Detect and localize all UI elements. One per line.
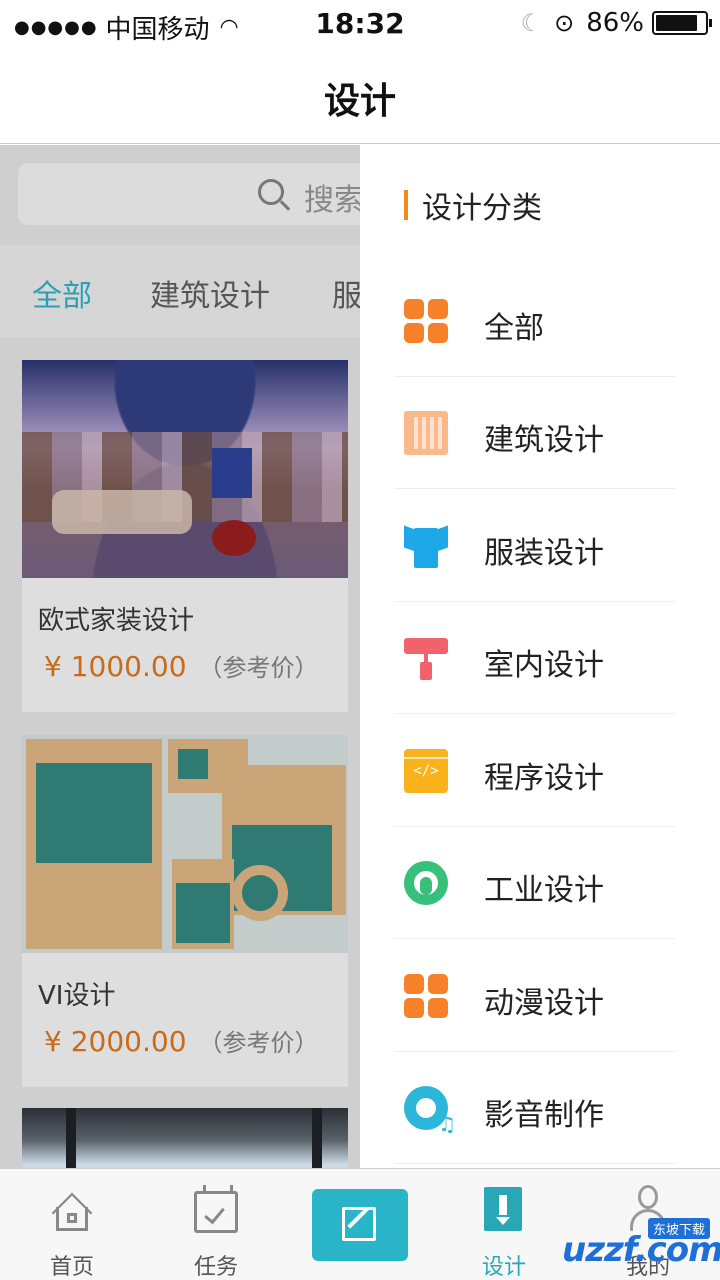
building-icon [404, 411, 448, 455]
tab-architecture[interactable]: 建筑设计 [150, 271, 270, 315]
search-placeholder: 搜索 [304, 183, 360, 218]
disc-music-icon [404, 1086, 456, 1136]
product-name: 欧式家装设计 [38, 606, 195, 636]
edit-icon [342, 1207, 376, 1241]
grid-icon [404, 299, 448, 343]
battery-icon [652, 11, 712, 35]
tab-home[interactable]: 首页 [0, 1169, 144, 1280]
category-item-animation[interactable]: 动漫设计 [394, 940, 676, 1052]
design-icon [484, 1187, 522, 1231]
category-drawer: 设计分类 全部 建筑设计 服装设计 室内设计 </> 程序设计 工业设计 动漫设… [360, 145, 720, 1168]
category-label: 动漫设计 [484, 986, 604, 1021]
edit-button[interactable] [312, 1189, 408, 1261]
price-note: （参考价） [198, 1029, 319, 1057]
tab-task[interactable]: 任务 [144, 1169, 288, 1280]
tab-label: 首页 [49, 1255, 94, 1280]
price-note: （参考价） [198, 654, 319, 682]
drawer-title: 设计分类 [422, 191, 542, 226]
tab-publish[interactable] [288, 1169, 432, 1280]
rotation-lock-icon: ⊙ [554, 9, 575, 37]
category-label: 程序设计 [484, 761, 604, 796]
tab-label: 任务 [193, 1255, 238, 1280]
status-right: ☾ ⊙ 86% [520, 8, 712, 38]
product-card[interactable]: VI设计 ¥ 2000.00 （参考价） [22, 735, 348, 1087]
product-price: ¥ 2000.00 （参考价） [44, 1023, 319, 1058]
product-card[interactable] [22, 1108, 348, 1168]
category-label: 全部 [484, 311, 544, 346]
product-image [22, 1108, 348, 1168]
price-value: ¥ 2000.00 [44, 1025, 187, 1058]
gear-icon [404, 861, 448, 905]
category-item-programming[interactable]: </> 程序设计 [394, 715, 676, 827]
tab-clothing[interactable]: 服 [332, 271, 360, 315]
navigation-bar: 设计 [0, 46, 720, 144]
paint-roller-icon [404, 636, 448, 680]
battery-percent: 86% [586, 8, 644, 38]
main-content[interactable]: 搜索 全部 建筑设计 服 欧式家装设计 ¥ 1000.00 （参考价） VI设计 … [0, 145, 360, 1168]
page-title: 设计 [323, 81, 396, 122]
category-item-interior[interactable]: 室内设计 [394, 602, 676, 714]
battery-fill [656, 15, 697, 31]
product-card[interactable]: 欧式家装设计 ¥ 1000.00 （参考价） [22, 360, 348, 712]
home-icon [50, 1191, 94, 1234]
tab-all[interactable]: 全部 [32, 271, 92, 315]
watermark-logo: uzzf.com 东坡下载 [534, 1216, 720, 1276]
heading-accent-bar [404, 190, 408, 220]
product-image [22, 735, 348, 953]
status-bar: ●●●●● 中国移动 ◠ 18:32 ☾ ⊙ 86% [0, 0, 720, 46]
category-item-industrial[interactable]: 工业设计 [394, 827, 676, 939]
grid-icon [404, 974, 448, 1018]
moon-icon: ☾ [520, 9, 543, 37]
category-item-video-audio[interactable]: 影音制作 [394, 1052, 676, 1164]
category-item-clothing[interactable]: 服装设计 [394, 490, 676, 602]
drawer-heading: 设计分类 [404, 185, 542, 226]
search-bar[interactable]: 搜索 [18, 163, 360, 225]
watermark-tag: 东坡下载 [647, 1218, 710, 1239]
code-window-icon: </> [404, 749, 448, 793]
category-label: 服装设计 [484, 536, 604, 571]
category-label: 影音制作 [484, 1098, 604, 1133]
product-name: VI设计 [38, 981, 116, 1011]
product-price: ¥ 1000.00 （参考价） [44, 648, 319, 683]
shirt-icon [404, 524, 448, 568]
category-label: 工业设计 [484, 873, 604, 908]
category-item-all[interactable]: 全部 [394, 265, 676, 377]
product-image [22, 360, 348, 578]
category-label: 室内设计 [484, 648, 604, 683]
category-label: 建筑设计 [484, 423, 604, 458]
task-icon [194, 1185, 238, 1233]
category-tabs: 全部 建筑设计 服 [0, 245, 360, 337]
category-item-architecture[interactable]: 建筑设计 [394, 377, 676, 489]
price-value: ¥ 1000.00 [44, 650, 187, 683]
search-icon [258, 179, 284, 205]
